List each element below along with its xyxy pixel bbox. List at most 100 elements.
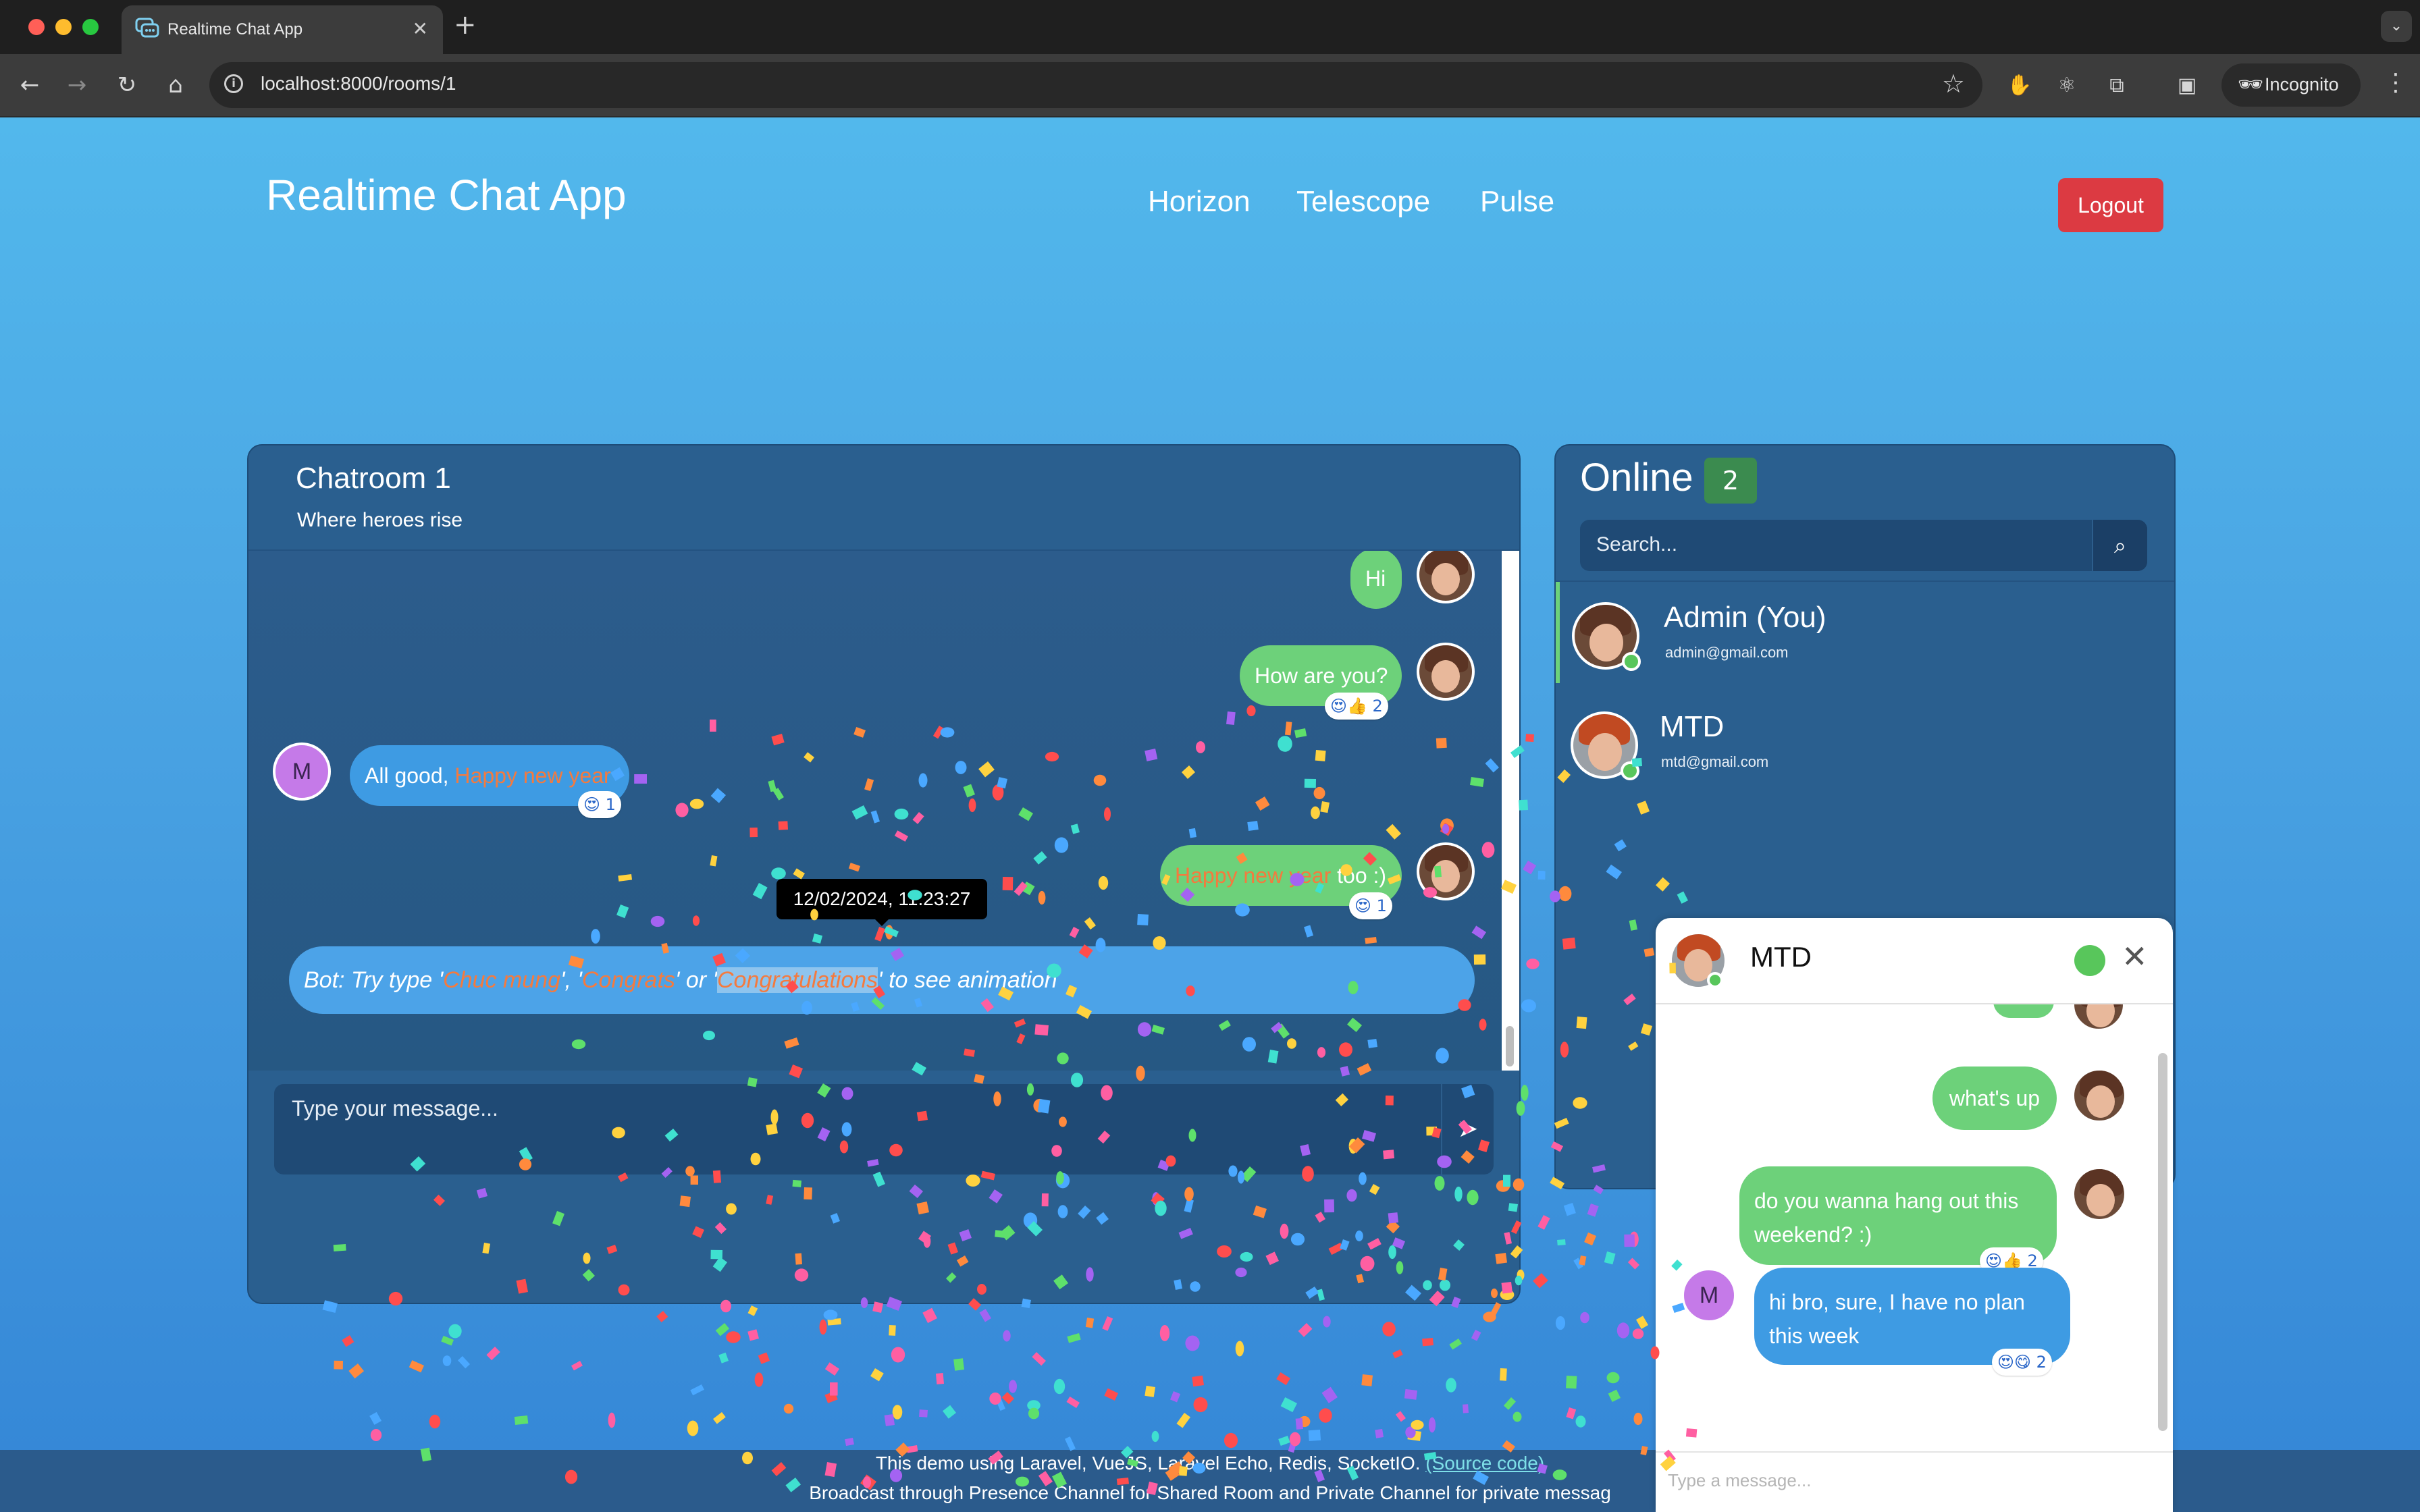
- message-compose[interactable]: Type your message... ➤: [274, 1084, 1494, 1174]
- message-scrollbar[interactable]: [1502, 551, 1519, 1071]
- tab-search-icon[interactable]: ⌄: [2381, 11, 2412, 42]
- reaction-badge[interactable]: 😍 1: [1349, 892, 1392, 919]
- private-message-list[interactable]: what's up do you wanna hang out this week…: [1656, 1004, 2159, 1427]
- reaction-badge[interactable]: 😍👍 2: [1325, 693, 1388, 720]
- incognito-icon: 🕶: [2238, 73, 2264, 97]
- online-status-icon: [1707, 972, 1723, 988]
- footer-text: This demo using Laravel, VueJS, Laravel …: [875, 1453, 1426, 1474]
- minimize-window-button[interactable]: [55, 19, 72, 35]
- user-name: MTD: [1660, 710, 1725, 743]
- status-icon: [2074, 945, 2105, 976]
- private-message-input[interactable]: Type a message...: [1668, 1470, 1811, 1491]
- app-title[interactable]: Realtime Chat App: [266, 170, 627, 220]
- online-title: Online: [1580, 456, 1693, 500]
- avatar: [1417, 643, 1475, 701]
- message-bubble[interactable]: what's up: [1932, 1066, 2057, 1130]
- avatar: [2072, 1004, 2126, 1031]
- private-message-compose[interactable]: Type a message...: [1656, 1451, 2173, 1512]
- close-window-button[interactable]: [28, 19, 45, 35]
- user-search[interactable]: Search... ⌕: [1580, 520, 2147, 571]
- side-panel-icon[interactable]: ▣: [2176, 74, 2199, 97]
- address-url[interactable]: localhost:8000/rooms/1: [261, 73, 456, 94]
- bot-text: ' or ': [675, 967, 717, 993]
- keyword-congratulations: Congratulations: [716, 967, 878, 993]
- site-info-icon[interactable]: i: [224, 74, 243, 93]
- private-chat-header[interactable]: MTD ✕: [1656, 918, 2173, 1004]
- address-bar[interactable]: i localhost:8000/rooms/1 ☆: [209, 62, 1982, 108]
- user-name: Admin (You): [1664, 601, 1826, 634]
- nav-pulse[interactable]: Pulse: [1480, 185, 1554, 219]
- reaction-badge[interactable]: 😍 1: [578, 791, 621, 818]
- nav-horizon[interactable]: Horizon: [1148, 185, 1251, 219]
- incognito-indicator[interactable]: 🕶 Incognito: [2221, 63, 2361, 107]
- nav-telescope[interactable]: Telescope: [1296, 185, 1430, 219]
- message-text: All good,: [365, 763, 455, 788]
- online-status-icon: [1621, 761, 1639, 780]
- chatroom-subtitle: Where heroes rise: [297, 509, 463, 531]
- bookmark-star-icon[interactable]: ☆: [1942, 69, 1965, 99]
- chatroom-panel: Chatroom 1 Where heroes rise Hi How are …: [247, 444, 1521, 1304]
- message-text: what's up: [1949, 1086, 2041, 1110]
- browser-tab-bar: Realtime Chat App ✕ + ⌄: [0, 0, 2420, 54]
- message-text: this week: [1769, 1324, 1860, 1348]
- message-text: hi bro, sure, I have no plan: [1769, 1290, 2025, 1314]
- message-bubble[interactable]: Hi: [1350, 551, 1402, 609]
- browser-toolbar: ← → ↻ ⌂ i localhost:8000/rooms/1 ☆ ✋ ⚛ ⧉…: [0, 54, 2420, 117]
- private-chat-scrollbar[interactable]: [2158, 1053, 2167, 1431]
- close-icon[interactable]: ✕: [2122, 938, 2148, 975]
- reaction-badge[interactable]: 😍😋 2: [1992, 1349, 2052, 1376]
- message-text: How are you?: [1255, 664, 1388, 688]
- avatar: M: [273, 742, 331, 801]
- home-icon[interactable]: ⌂: [159, 69, 192, 101]
- message-input[interactable]: Type your message...: [292, 1096, 498, 1121]
- tab-title: Realtime Chat App: [167, 20, 303, 38]
- private-chat-window: MTD ✕ what's up do you wanna hang out th…: [1656, 918, 2173, 1512]
- back-icon[interactable]: ←: [14, 69, 46, 101]
- bot-text: ' to see animation: [878, 967, 1057, 993]
- avatar: [1417, 551, 1475, 603]
- bot-message[interactable]: Bot: Try type 'Chuc mung', 'Congrats' or…: [289, 946, 1475, 1014]
- message-text: weekend? :): [1754, 1222, 1872, 1247]
- chatroom-title: Chatroom 1: [296, 462, 451, 495]
- reload-icon[interactable]: ↻: [111, 69, 143, 101]
- chat-favicon-icon: [135, 18, 159, 38]
- online-count-badge: 2: [1704, 458, 1757, 504]
- logout-button[interactable]: Logout: [2058, 178, 2163, 232]
- user-email: admin@gmail.com: [1665, 644, 1789, 661]
- avatar: [1417, 842, 1475, 900]
- message-text: too :): [1331, 863, 1387, 888]
- online-user-mtd[interactable]: MTD mtd@gmail.com: [1556, 691, 2174, 792]
- message-text: do you wanna hang out this: [1754, 1189, 2019, 1213]
- message-list[interactable]: Hi How are you? 😍👍 2 M All good, Happy n…: [248, 551, 1504, 1071]
- send-icon[interactable]: ➤: [1441, 1084, 1494, 1174]
- react-devtools-icon[interactable]: ⚛: [2055, 74, 2078, 97]
- new-tab-icon[interactable]: +: [454, 9, 477, 40]
- keyword-congrats: Congrats: [581, 967, 675, 993]
- online-status-icon: [1622, 652, 1641, 671]
- forward-icon[interactable]: →: [61, 69, 93, 101]
- private-chat-name: MTD: [1750, 941, 1812, 973]
- zoom-window-button[interactable]: [82, 19, 99, 35]
- user-email: mtd@gmail.com: [1661, 753, 1769, 770]
- browser-tab[interactable]: Realtime Chat App ✕: [122, 5, 443, 54]
- highlight-text: Happy new year: [454, 763, 611, 788]
- keyword-chuc-mung: Chuc mung: [443, 967, 561, 993]
- bot-text: Bot: Try type ': [304, 967, 444, 993]
- browser-menu-icon[interactable]: ⋮: [2384, 69, 2408, 97]
- avatar: [2072, 1166, 2127, 1222]
- bot-text: ', ': [560, 967, 582, 993]
- extensions-puzzle-icon[interactable]: ⧉: [2105, 74, 2128, 97]
- avatar: [2072, 1068, 2127, 1123]
- online-user-admin[interactable]: Admin (You) admin@gmail.com: [1556, 582, 2174, 683]
- search-input[interactable]: Search...: [1596, 533, 1677, 556]
- avatar: M: [1681, 1268, 1737, 1323]
- message-text: Hi: [1365, 566, 1386, 591]
- message-bubble-partial: [1993, 1004, 2054, 1018]
- tab-close-icon[interactable]: ✕: [413, 18, 428, 40]
- incognito-label: Incognito: [2265, 74, 2339, 94]
- highlight-text: Happy new year: [1175, 863, 1332, 888]
- source-code-link[interactable]: (Source code): [1425, 1453, 1544, 1474]
- search-icon[interactable]: ⌕: [2092, 520, 2147, 571]
- message-scrollbar-thumb[interactable]: [1506, 1026, 1514, 1066]
- extension-block-icon[interactable]: ✋: [2007, 74, 2032, 97]
